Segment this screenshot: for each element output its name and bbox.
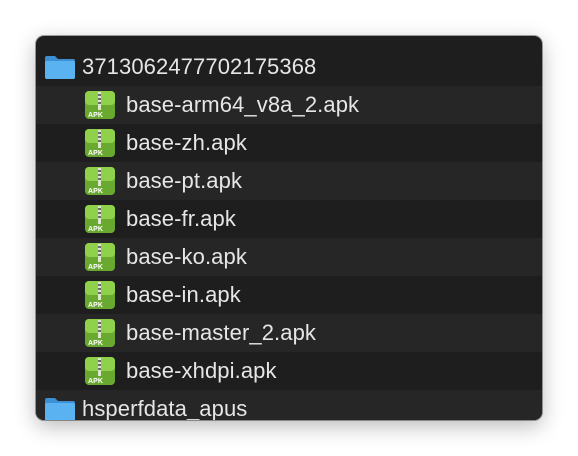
svg-text:APK: APK: [88, 226, 103, 233]
list-item-folder[interactable]: hsperfdata_apus: [36, 390, 542, 420]
list-item-folder[interactable]: 3713062477702175368: [36, 48, 542, 86]
list-item-apk[interactable]: APK base-fr.apk: [36, 200, 542, 238]
item-label: base-master_2.apk: [126, 320, 317, 345]
item-label: base-ko.apk: [126, 244, 247, 269]
folder-icon: [44, 51, 76, 83]
apk-file-icon: APK: [84, 127, 116, 159]
list-item-apk[interactable]: APK base-zh.apk: [36, 124, 542, 162]
item-label: hsperfdata_apus: [82, 396, 248, 420]
item-label: 3713062477702175368: [82, 54, 317, 79]
list-item-apk[interactable]: APK base-master_2.apk: [36, 314, 542, 352]
list-item-apk[interactable]: APK base-arm64_v8a_2.apk: [36, 86, 542, 124]
item-label: base-in.apk: [126, 282, 241, 307]
apk-file-icon: APK: [84, 165, 116, 197]
list-item-apk[interactable]: APK base-xhdpi.apk: [36, 352, 542, 390]
list-item-apk[interactable]: APK base-in.apk: [36, 276, 542, 314]
item-label: base-fr.apk: [126, 206, 236, 231]
apk-file-icon: APK: [84, 203, 116, 235]
svg-text:APK: APK: [88, 150, 103, 157]
finder-list-window: 3713062477702175368 APK base-arm64_v8a_2…: [36, 36, 542, 420]
item-label: base-pt.apk: [126, 168, 243, 193]
svg-text:APK: APK: [88, 112, 103, 119]
apk-file-icon: APK: [84, 89, 116, 121]
list-item-apk[interactable]: APK base-ko.apk: [36, 238, 542, 276]
apk-file-icon: APK: [84, 355, 116, 387]
svg-text:APK: APK: [88, 302, 103, 309]
apk-file-icon: APK: [84, 317, 116, 349]
apk-file-icon: APK: [84, 241, 116, 273]
folder-icon: [44, 393, 76, 420]
svg-text:APK: APK: [88, 378, 103, 385]
apk-file-icon: APK: [84, 279, 116, 311]
svg-text:APK: APK: [88, 264, 103, 271]
item-label: base-xhdpi.apk: [126, 358, 277, 383]
item-label: base-zh.apk: [126, 130, 247, 155]
list-item-apk[interactable]: APK base-pt.apk: [36, 162, 542, 200]
svg-text:APK: APK: [88, 340, 103, 347]
svg-text:APK: APK: [88, 188, 103, 195]
item-label: base-arm64_v8a_2.apk: [126, 92, 360, 117]
